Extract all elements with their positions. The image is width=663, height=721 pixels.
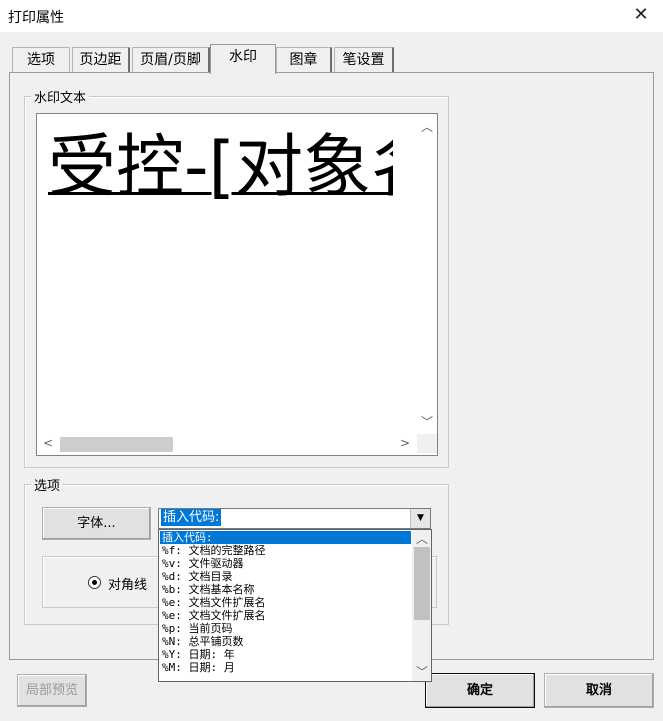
code-option[interactable]: %Y: 日期: 年 (162, 649, 235, 660)
tab-watermark[interactable]: 水印 (210, 44, 276, 74)
code-option[interactable]: %b: 文档基本名称 (162, 584, 255, 595)
tab-pen-settings[interactable]: 笔设置 (334, 47, 394, 73)
chevron-down-icon[interactable]: ▼ (410, 509, 430, 528)
code-option[interactable]: %M: 日期: 月 (162, 662, 235, 673)
tab-margins[interactable]: 页边距 (72, 47, 130, 73)
code-option[interactable]: 插入代码: (162, 532, 213, 543)
window-title: 打印属性 (8, 10, 64, 26)
code-option[interactable]: %v: 文件驱动器 (162, 558, 244, 569)
code-option[interactable]: %d: 文档目录 (162, 571, 233, 582)
tab-header-footer[interactable]: 页眉/页脚 (132, 47, 210, 73)
scroll-corner (417, 434, 437, 453)
code-option[interactable]: %f: 文档的完整路径 (162, 545, 266, 556)
scroll-down-icon[interactable]: ﹀ (413, 664, 431, 680)
scroll-up-icon[interactable]: ︿ (418, 119, 436, 135)
watermark-vertical-scrollbar[interactable]: ︿ ﹀ (417, 114, 437, 438)
dropdown-scroll-thumb[interactable] (414, 547, 430, 620)
tab-stamp[interactable]: 图章 (276, 47, 332, 73)
title-bar (0, 0, 663, 32)
code-option[interactable]: %e: 文档文件扩展名 (162, 610, 266, 621)
scroll-left-icon[interactable]: < (39, 435, 57, 451)
code-option[interactable]: %e: 文档文件扩展名 (162, 597, 266, 608)
scroll-down-icon[interactable]: ﹀ (418, 414, 436, 430)
horizontal-scroll-thumb[interactable] (60, 437, 173, 452)
scroll-right-icon[interactable]: > (396, 435, 414, 451)
close-icon[interactable]: ✕ (631, 5, 651, 25)
font-button[interactable]: 字体... (42, 507, 151, 540)
insert-code-dropdown[interactable]: 插入代码: %f: 文档的完整路径 %v: 文件驱动器 %d: 文档目录 %b:… (158, 529, 432, 682)
code-option[interactable]: %N: 总平铺页数 (162, 636, 244, 647)
scroll-up-icon[interactable]: ︿ (413, 531, 431, 547)
diagonal-label: 对角线 (108, 578, 148, 593)
watermark-text-value: 受控-[对象名称] (48, 128, 393, 207)
tab-options[interactable]: 选项 (12, 47, 70, 73)
cancel-button[interactable]: 取消 (544, 673, 654, 708)
options-group-label: 选项 (31, 475, 64, 494)
watermark-group-label: 水印文本 (31, 87, 90, 106)
insert-code-value: 插入代码: (161, 509, 222, 526)
diagonal-radio[interactable] (88, 576, 101, 589)
partial-preview-button[interactable]: 局部预览 (17, 674, 87, 707)
code-option[interactable]: %p: 当前页码 (162, 623, 233, 634)
ok-button[interactable]: 确定 (425, 673, 535, 708)
